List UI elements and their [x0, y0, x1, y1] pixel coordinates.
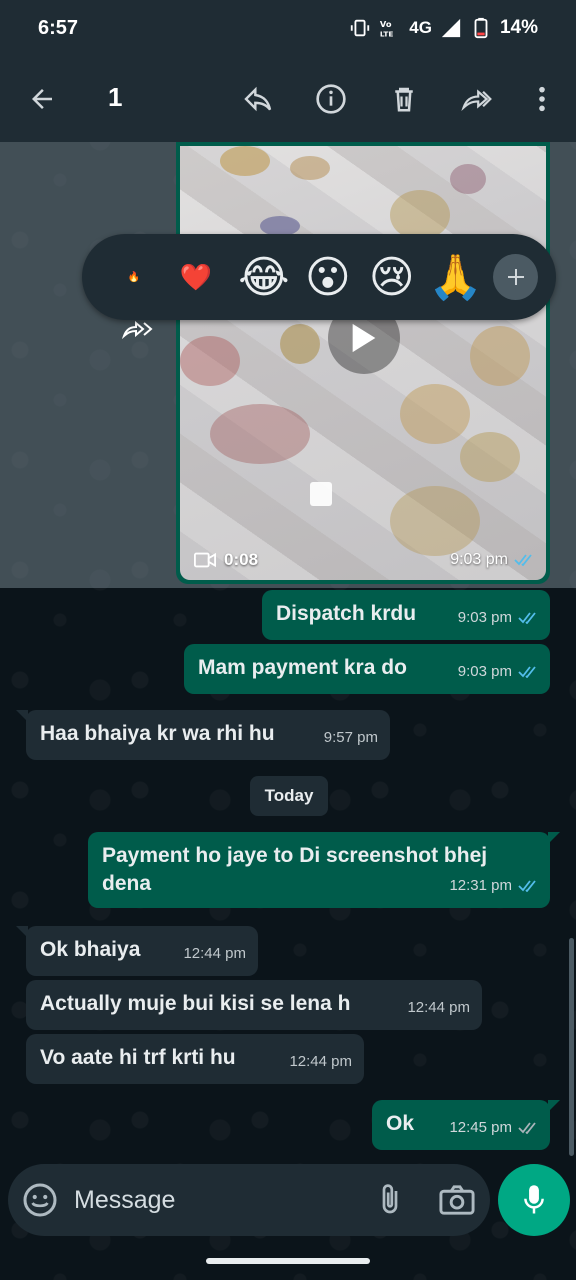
- message-time: 12:44 pm: [289, 1053, 352, 1070]
- message-text: Haa bhaiya kr wa rhi hu: [40, 722, 275, 745]
- volte-icon: VoLTE: [380, 19, 393, 38]
- reaction-laugh[interactable]: 😂: [232, 244, 296, 310]
- reply-icon: [244, 86, 272, 112]
- video-duration-text: 0:08: [224, 550, 259, 569]
- message-bubble[interactable]: Ok bhaiya 12:44 pm: [16, 926, 258, 976]
- bubble-tail: [16, 710, 28, 722]
- reaction-wow[interactable]: 😮: [296, 244, 360, 310]
- message-time: 9:03 pm: [458, 604, 538, 632]
- read-ticks-icon: [518, 612, 536, 624]
- selected-count: 1: [108, 82, 123, 112]
- trash-icon: [395, 87, 413, 112]
- video-message[interactable]: 0:08 9:03 pm: [176, 142, 550, 584]
- more-vert-icon: [539, 86, 545, 112]
- forward-icon: [461, 89, 492, 111]
- camera-icon[interactable]: [438, 1182, 476, 1218]
- message-time: 12:44 pm: [407, 999, 470, 1016]
- message-time-text: 9:03 pm: [457, 609, 512, 626]
- forward-button[interactable]: [455, 77, 499, 121]
- message-time: 9:03 pm: [458, 658, 538, 686]
- message-bubble[interactable]: Haa bhaiya kr wa rhi hu 9:57 pm: [16, 710, 390, 760]
- scrollbar[interactable]: [569, 938, 574, 1156]
- message-time: 12:45 pm: [449, 1114, 538, 1142]
- video-time: 9:03 pm: [450, 551, 534, 569]
- microphone-icon: [524, 1185, 544, 1214]
- message-time-text: 12:45 pm: [449, 1119, 512, 1136]
- message-time-text: 12:31 pm: [449, 877, 512, 894]
- video-time-text: 9:03 pm: [450, 551, 508, 568]
- message-time: 9:57 pm: [323, 729, 378, 746]
- more-reactions-button[interactable]: [493, 254, 539, 300]
- message-text: Ok: [386, 1112, 415, 1135]
- message-time: 12:31 pm: [449, 872, 538, 900]
- delete-button[interactable]: [382, 77, 426, 121]
- status-icons: Vo LTE 4G 14%: [349, 17, 538, 39]
- selection-toolbar: 1: [0, 56, 576, 142]
- delivered-ticks-icon: [518, 1122, 536, 1134]
- message-composer: [8, 1164, 490, 1236]
- message-time: 12:44 pm: [183, 945, 246, 962]
- signal-icon: [441, 18, 461, 38]
- svg-text:LTE: LTE: [380, 29, 393, 38]
- read-ticks-icon: [514, 554, 532, 566]
- message-input[interactable]: [74, 1180, 364, 1220]
- video-duration: 0:08: [194, 550, 258, 570]
- plus-icon: [507, 269, 524, 285]
- message-text: Ok bhaiya: [40, 938, 141, 961]
- read-ticks-icon: [518, 880, 536, 892]
- message-bubble[interactable]: Dispatch krdu 9:03 pm: [262, 590, 550, 640]
- reaction-fire[interactable]: 🔥: [108, 244, 160, 310]
- date-divider: Today: [250, 776, 328, 816]
- reply-button[interactable]: [236, 77, 280, 121]
- message-bubble[interactable]: Vo aate hi trf krti hu 12:44 pm: [26, 1034, 364, 1084]
- message-text: Actually muje bui kisi se lena h: [40, 992, 351, 1015]
- message-text: Mam payment kra do: [198, 656, 407, 679]
- svg-text:Vo: Vo: [380, 19, 392, 29]
- info-button[interactable]: [309, 77, 353, 121]
- reaction-sad[interactable]: 😢: [360, 244, 424, 310]
- battery-icon: [474, 17, 488, 39]
- status-time: 6:57: [38, 16, 79, 39]
- message-bubble[interactable]: Ok 12:45 pm: [372, 1100, 560, 1150]
- bubble-tail: [548, 1100, 560, 1112]
- more-options-button[interactable]: [520, 77, 564, 121]
- back-button[interactable]: [20, 77, 64, 121]
- bubble-tail: [16, 926, 28, 938]
- video-thumbnail[interactable]: 0:08 9:03 pm: [180, 146, 546, 580]
- paperclip-icon[interactable]: [372, 1182, 408, 1218]
- read-ticks-icon: [518, 666, 536, 678]
- message-text: Vo aate hi trf krti hu: [40, 1046, 236, 1069]
- message-bubble[interactable]: Mam payment kra do 9:03 pm: [184, 644, 550, 694]
- message-bubble[interactable]: Actually muje bui kisi se lena h 12:44 p…: [26, 980, 482, 1030]
- bubble-tail: [548, 832, 560, 844]
- message-bubble[interactable]: Payment ho jaye to Di screenshot bhej de…: [88, 832, 560, 908]
- reaction-pray[interactable]: 🙏: [424, 244, 488, 310]
- network-type: 4G: [409, 18, 432, 37]
- info-icon: [316, 84, 346, 114]
- emoji-icon[interactable]: [22, 1182, 58, 1218]
- message-text: Dispatch krdu: [276, 602, 417, 625]
- gesture-nav-bar[interactable]: [206, 1258, 370, 1264]
- battery-percent: 14%: [499, 17, 538, 38]
- vibrate-icon: [351, 19, 370, 37]
- voice-record-button[interactable]: [498, 1164, 570, 1236]
- reaction-heart[interactable]: ❤️: [160, 244, 232, 310]
- video-meta: 0:08 9:03 pm: [194, 550, 534, 570]
- play-icon: [352, 323, 376, 353]
- arrow-back-icon: [32, 89, 52, 109]
- status-bar: 6:57 Vo LTE 4G 14%: [0, 0, 576, 56]
- message-time-text: 9:03 pm: [457, 663, 512, 680]
- video-camera-icon: [194, 552, 216, 568]
- reaction-picker: 🔥 ❤️ 😂 😮 😢 🙏: [82, 234, 556, 320]
